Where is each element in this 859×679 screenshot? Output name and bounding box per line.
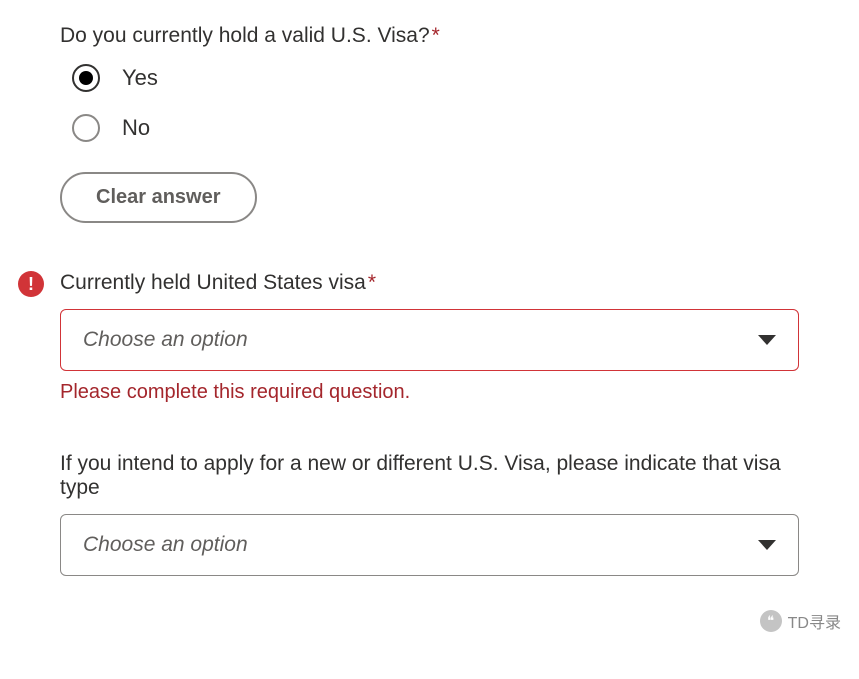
question-current-visa: ! Currently held United States visa* Cho… (60, 271, 799, 404)
question-text: Do you currently hold a valid U.S. Visa? (60, 24, 430, 47)
watermark: ❝ TD寻录 (760, 609, 841, 633)
radio-label-yes: Yes (122, 65, 158, 91)
question-label: If you intend to apply for a new or diff… (60, 452, 799, 500)
question-new-visa: If you intend to apply for a new or diff… (60, 452, 799, 576)
radio-circle-icon (72, 64, 100, 92)
required-indicator: * (368, 271, 376, 294)
select-placeholder: Choose an option (83, 328, 248, 352)
select-wrapper: Choose an option (60, 514, 799, 576)
error-indicator: ! (18, 271, 44, 297)
question-text: Currently held United States visa (60, 271, 366, 294)
chevron-down-icon (758, 540, 776, 550)
radio-circle-icon (72, 114, 100, 142)
visa-select-dropdown[interactable]: Choose an option (60, 309, 799, 371)
required-indicator: * (432, 24, 440, 47)
radio-selected-dot-icon (79, 71, 93, 85)
clear-answer-button[interactable]: Clear answer (60, 172, 257, 223)
radio-option-yes[interactable]: Yes (72, 64, 799, 92)
select-wrapper: Choose an option (60, 309, 799, 371)
question-visa-hold: Do you currently hold a valid U.S. Visa?… (60, 24, 799, 223)
question-text: If you intend to apply for a new or diff… (60, 452, 781, 499)
question-label: Do you currently hold a valid U.S. Visa?… (60, 24, 799, 48)
select-placeholder: Choose an option (83, 533, 248, 557)
radio-option-no[interactable]: No (72, 114, 799, 142)
error-icon: ! (18, 271, 44, 297)
new-visa-select-dropdown[interactable]: Choose an option (60, 514, 799, 576)
watermark-text: TD寻录 (788, 609, 841, 633)
watermark-icon: ❝ (760, 610, 782, 632)
error-message: Please complete this required question. (60, 381, 799, 404)
chevron-down-icon (758, 335, 776, 345)
radio-label-no: No (122, 115, 150, 141)
question-label: Currently held United States visa* (60, 271, 799, 295)
radio-group: Yes No (72, 64, 799, 142)
